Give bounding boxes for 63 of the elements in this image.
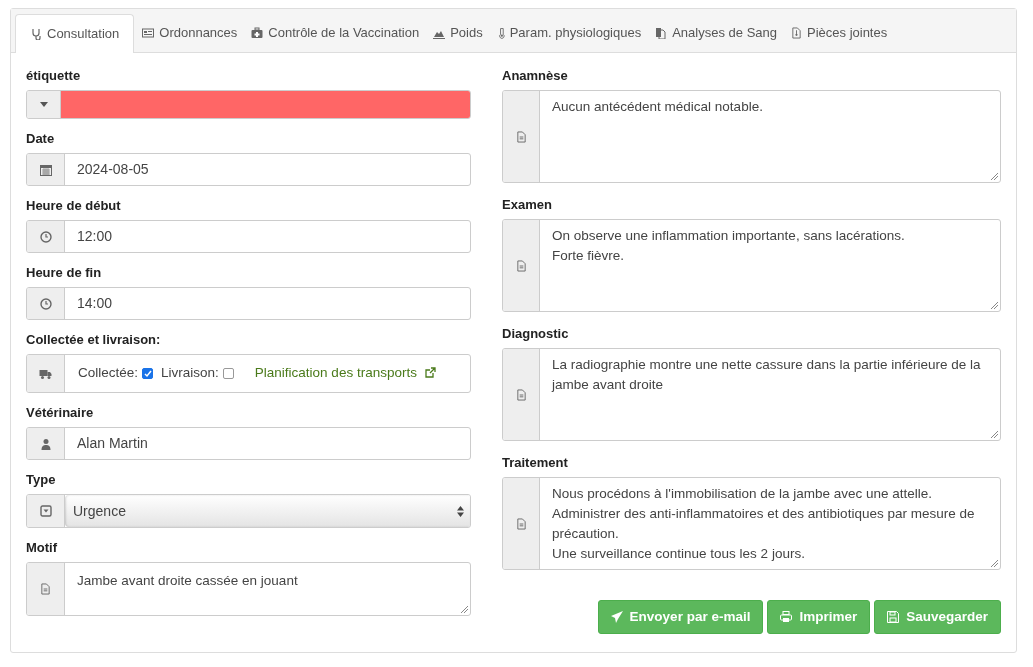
text-area[interactable]: Aucun antécédent médical notable. (502, 90, 1001, 183)
file-text-icon (40, 583, 51, 595)
text-area[interactable]: La radiographie montre une nette cassure dans la partie inférieure de la jambe avant droite (502, 348, 1001, 441)
printer-icon (780, 611, 793, 623)
resize-handle-icon[interactable] (991, 560, 998, 567)
clock-icon (39, 297, 52, 310)
field-label: Traitement (502, 455, 569, 471)
paper-plane-icon (610, 611, 623, 623)
truck-icon (39, 367, 52, 380)
text-area[interactable]: On observe une inflammation importante, sans lacérations. Forte fièvre. (502, 219, 1001, 312)
input-field[interactable]: 12:00 (26, 220, 471, 253)
tab[interactable]: Poids (427, 14, 489, 52)
caret-icon (39, 102, 48, 107)
file-text-icon (515, 388, 527, 401)
tab[interactable]: Param. physiologiques (490, 14, 648, 52)
field-label: Date (26, 131, 56, 147)
tab[interactable]: Analyses de Sang (649, 14, 783, 52)
id-card-icon (142, 27, 155, 39)
medkit-icon (251, 27, 264, 39)
checkbox-label: Collectée: (78, 364, 139, 383)
field-label: Heure de fin (26, 265, 103, 281)
resize-handle-icon[interactable] (461, 606, 468, 613)
tab[interactable]: Contrôle de la Vaccination (245, 14, 426, 52)
checkbox[interactable] (222, 368, 234, 379)
input-field[interactable]: 2024-08-05 (26, 153, 471, 186)
file-text-icon (515, 517, 527, 530)
tab[interactable]: Pièces jointes (785, 14, 894, 52)
input-field[interactable]: 14:00 (26, 287, 471, 320)
text-area-content: Aucun antécédent médical notable. (552, 98, 763, 116)
resize-handle-icon[interactable] (991, 302, 998, 309)
text-area-content: On observe une inflammation importante, sans lacérations. Forte fièvre. (552, 227, 905, 265)
text-area[interactable]: Nous procédons à l'immobilisation de la jambe avec une attelle. Administrer des anti-inflammatoires et des antibiotiques par mesure de précaution. Une surveillance continue tous les 2 jours. (502, 477, 1001, 570)
file-text-icon (515, 259, 527, 272)
transport-link[interactable]: Planification des transports (254, 363, 417, 384)
calendar-icon (39, 163, 52, 176)
field-label: Heure de début (26, 198, 122, 214)
checkbox[interactable] (142, 368, 154, 379)
thermometer-icon (496, 27, 505, 39)
documents-icon (655, 27, 668, 39)
field-label: Collectée et livraison: (26, 332, 162, 348)
text-area-content: Nous procédons à l'immobilisation de la jambe avec une attelle. Administrer des anti-inflammatoires et des antibiotiques par mesure de précaution. Une surveillance continue tous les 2 jours. (552, 485, 976, 563)
text-area-content: La radiographie montre une nette cassure dans la partie inférieure de la jambe avant droite (552, 356, 982, 394)
file-icon (791, 27, 802, 39)
input-field[interactable]: Alan Martin (26, 427, 471, 460)
resize-handle-icon[interactable] (991, 173, 998, 180)
resize-handle-icon[interactable] (991, 431, 998, 438)
tab[interactable]: Ordonnances (136, 14, 244, 52)
stethoscope-icon (30, 28, 42, 40)
text-area[interactable]: Jambe avant droite cassée en jouant (26, 562, 471, 616)
dropdown-button[interactable] (27, 91, 61, 118)
checkbox-label: Livraison: (161, 364, 219, 383)
file-text-icon (515, 130, 527, 143)
field-label: Motif (26, 540, 59, 556)
clock-icon (39, 230, 52, 243)
tab[interactable]: Consultation (15, 14, 135, 53)
field-label: étiquette (26, 68, 82, 84)
field-label: Diagnostic (502, 326, 570, 342)
external-link-icon (424, 366, 436, 378)
field-label: Type (26, 472, 57, 488)
field-label: Vétérinaire (26, 405, 95, 421)
user-icon (39, 437, 52, 450)
field-label: Examen (502, 197, 553, 213)
field-label: Anamnèse (502, 68, 569, 84)
